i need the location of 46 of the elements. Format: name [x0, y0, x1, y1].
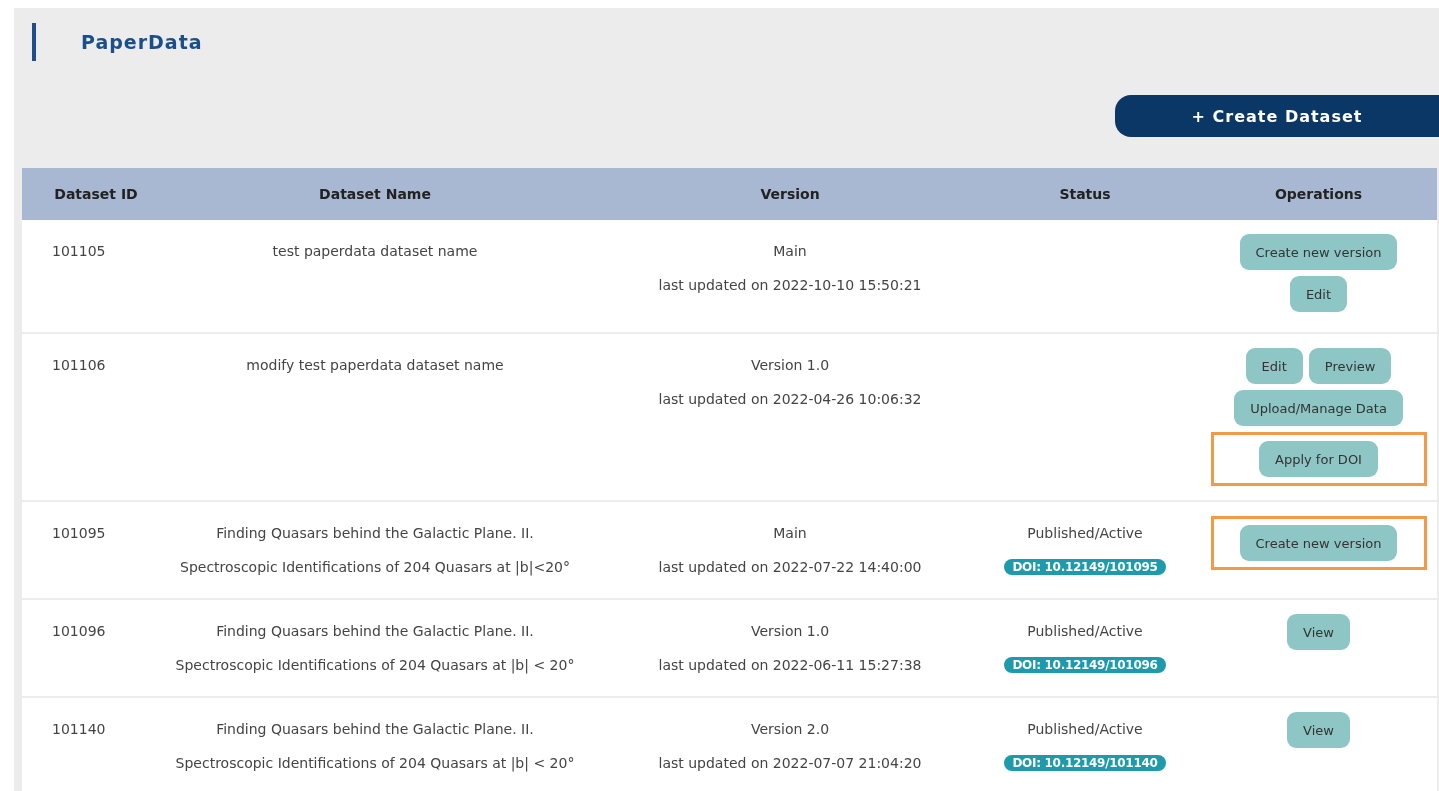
- operation-button[interactable]: Create new version: [1239, 525, 1398, 561]
- table-cell-text: Spectroscopic Identifications of 204 Quasars at |b|<20°: [180, 558, 570, 578]
- table-cell-text: 101096: [52, 622, 106, 641]
- doi-badge: DOI: 10.12149/101140: [1004, 755, 1166, 771]
- table-cell-text: last updated on 2022-07-07 21:04:20: [658, 754, 922, 773]
- table-cell-text: Version 1.0: [750, 356, 830, 375]
- doi-badge: DOI: 10.12149/101096: [1004, 657, 1166, 673]
- column-header: Operations: [1273, 186, 1364, 202]
- table-cell-text: Finding Quasars behind the Galactic Plane. II.: [216, 524, 534, 543]
- table-cell-text: Version 1.0: [750, 622, 830, 641]
- table-cell-text: Published/Active: [1027, 720, 1143, 739]
- operation-button[interactable]: Preview: [1308, 348, 1392, 384]
- table-cell-text: last updated on 2022-06-11 15:27:38: [658, 656, 922, 675]
- page-title: PaperData: [81, 31, 203, 53]
- operation-button[interactable]: View: [1287, 712, 1350, 748]
- table-cell-text: Finding Quasars behind the Galactic Plane. II.: [216, 720, 534, 739]
- table-cell-text: 101095: [52, 524, 106, 543]
- create-dataset-button[interactable]: + Create Dataset: [1115, 95, 1439, 137]
- column-header: Dataset Name: [318, 186, 432, 202]
- table-cell-text: last updated on 2022-04-26 10:06:32: [658, 390, 922, 409]
- table-cell-text: modify test paperdata dataset name: [246, 356, 504, 375]
- table-cell-text: Main: [773, 524, 807, 543]
- table-cell-text: last updated on 2022-07-22 14:40:00: [658, 558, 922, 577]
- table-cell-text: Spectroscopic Identifications of 204 Quasars at |b| < 20°: [175, 754, 575, 774]
- table-cell-text: 101106: [52, 356, 106, 375]
- column-header: Dataset ID: [53, 186, 139, 202]
- operation-button[interactable]: Upload/Manage Data: [1234, 390, 1403, 426]
- title-accent-bar: [32, 23, 36, 61]
- table-cell-text: Main: [773, 242, 807, 261]
- operation-button[interactable]: Edit: [1245, 348, 1303, 384]
- doi-badge: DOI: 10.12149/101095: [1004, 559, 1166, 575]
- operation-button[interactable]: Edit: [1289, 276, 1348, 312]
- table-cell-text: 101140: [52, 720, 106, 739]
- column-header: Status: [1058, 186, 1112, 202]
- column-header: Version: [759, 186, 821, 202]
- table-cell-text: 101105: [52, 242, 106, 261]
- table-cell-text: Published/Active: [1027, 524, 1143, 543]
- operation-button[interactable]: Create new version: [1239, 234, 1398, 270]
- table-cell-text: Spectroscopic Identifications of 204 Quasars at |b| < 20°: [175, 656, 575, 676]
- table-cell-text: last updated on 2022-10-10 15:50:21: [658, 276, 922, 295]
- operation-button[interactable]: View: [1287, 614, 1350, 650]
- operation-button[interactable]: Apply for DOI: [1259, 441, 1378, 477]
- table-cell-text: test paperdata dataset name: [272, 242, 478, 261]
- table-cell-text: Finding Quasars behind the Galactic Plane. II.: [216, 622, 534, 641]
- table-cell-text: Version 2.0: [750, 720, 830, 739]
- table-cell-text: Published/Active: [1027, 622, 1143, 641]
